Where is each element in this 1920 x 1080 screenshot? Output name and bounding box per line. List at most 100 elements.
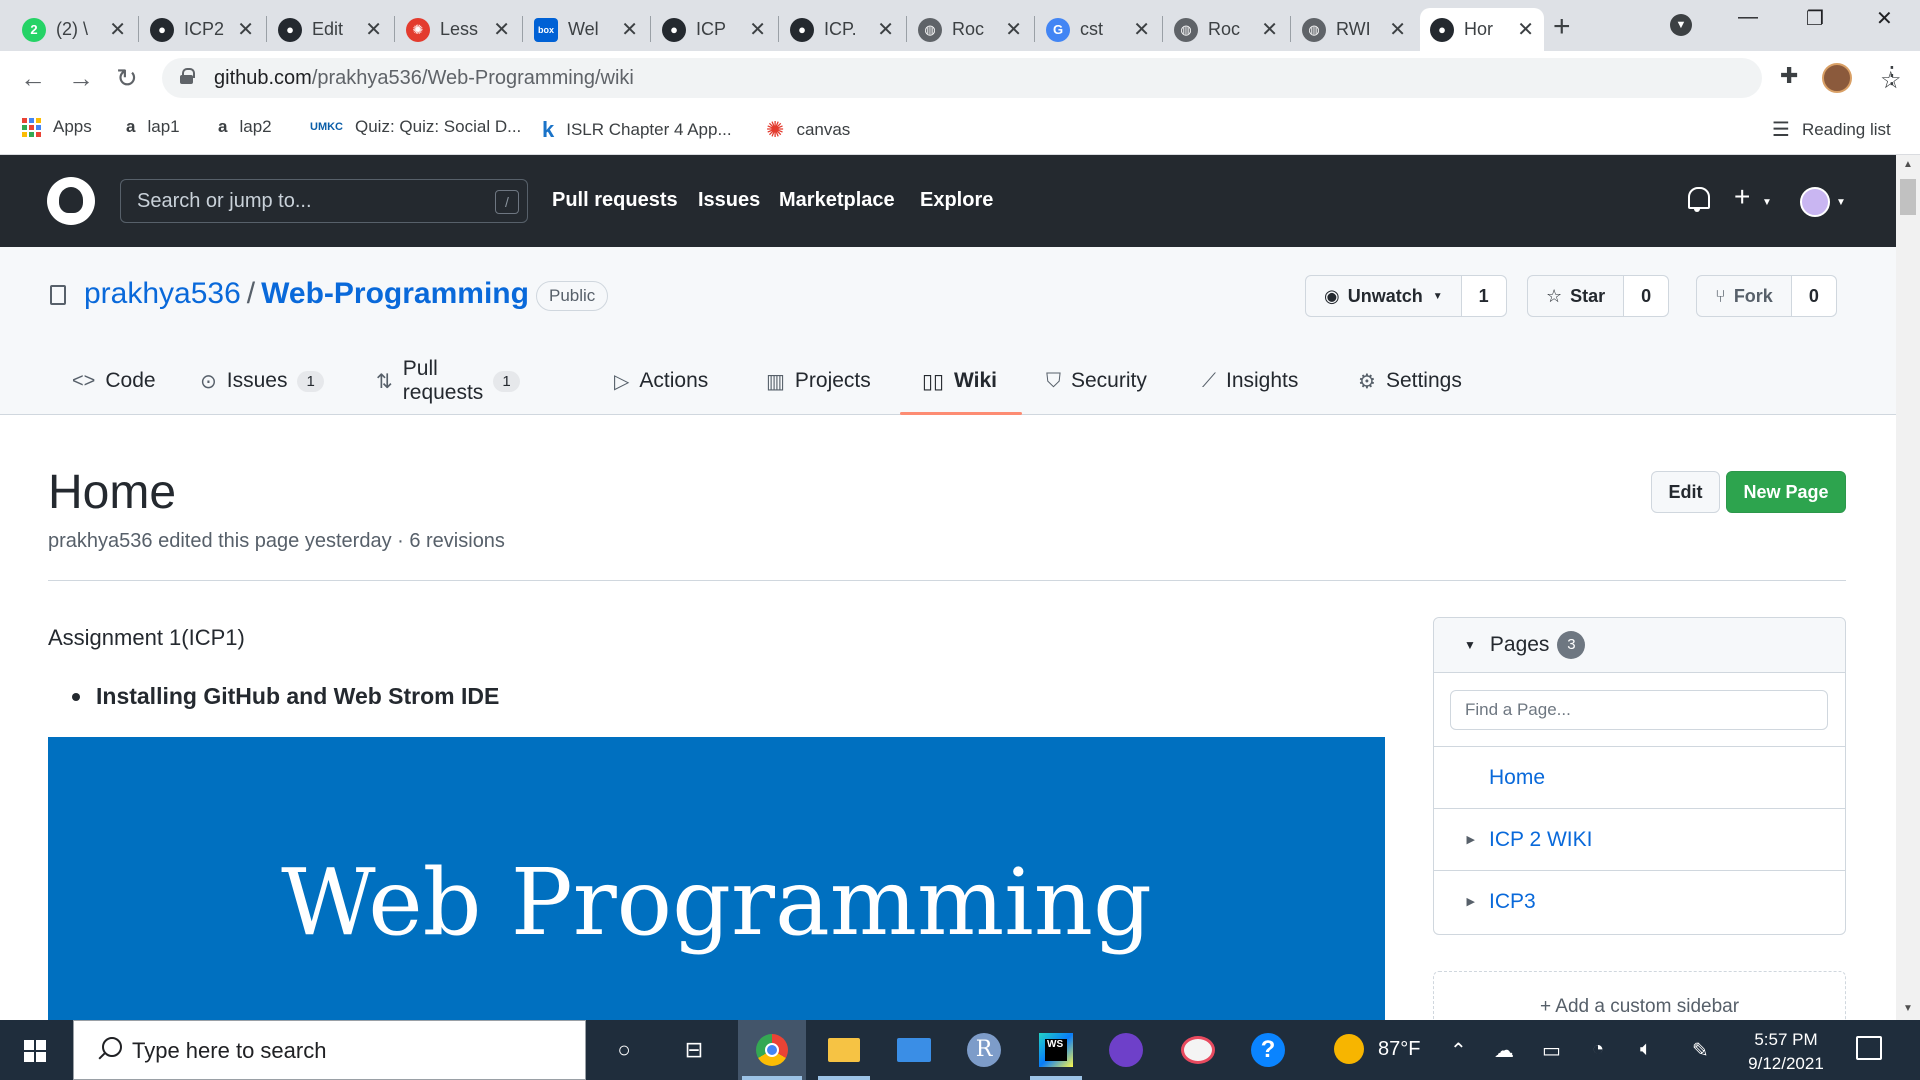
browser-tab[interactable]: ◍ Roc ✕ <box>908 8 1032 51</box>
browser-tab[interactable]: ◍ Roc ✕ <box>1164 8 1288 51</box>
reload-icon[interactable]: ↻ <box>116 63 138 94</box>
webstorm-icon[interactable]: WS <box>1036 1030 1076 1070</box>
sidebar-item-label[interactable]: ICP3 <box>1489 890 1536 914</box>
close-tab-icon[interactable]: ✕ <box>237 17 254 42</box>
browser-tab[interactable]: Gcst ✕ <box>1036 8 1160 51</box>
browser-tab[interactable]: ● Edit ✕ <box>268 8 392 51</box>
bookmark-quiz[interactable]: UMKC Quiz: Quiz: Social D... <box>310 117 521 137</box>
restore-icon[interactable]: ❐ <box>1806 6 1824 31</box>
tab-pull-requests[interactable]: ⇅ Pull requests 1 <box>376 347 520 415</box>
file-explorer-icon[interactable] <box>824 1030 864 1070</box>
chrome-menu-icon[interactable]: ⋮ <box>1880 61 1904 90</box>
help-icon[interactable]: ? <box>1248 1030 1288 1070</box>
sidebar-item-icp3[interactable]: ▶ ICP3 <box>1434 870 1845 932</box>
close-tab-icon[interactable]: ✕ <box>1005 17 1022 42</box>
browser-tab[interactable]: 2 (2) \ ✕ <box>12 8 136 51</box>
mail-icon[interactable] <box>894 1030 934 1070</box>
cortana-icon[interactable]: ○ <box>604 1030 644 1070</box>
sidebar-item-label[interactable]: Home <box>1489 766 1545 790</box>
weather-sun-icon[interactable] <box>1334 1034 1364 1070</box>
tab-security[interactable]: ⛉ Security <box>1046 347 1147 415</box>
pages-header[interactable]: ▼ Pages 3 <box>1434 618 1845 673</box>
volume-icon[interactable]: 🔈︎ <box>1640 1038 1652 1061</box>
repo-name-link[interactable]: Web-Programming <box>261 277 529 310</box>
close-window-icon[interactable]: ✕ <box>1876 6 1893 31</box>
scroll-down-icon[interactable]: ▼ <box>1903 1003 1913 1014</box>
close-tab-icon[interactable]: ✕ <box>1261 17 1278 42</box>
back-icon[interactable]: ← <box>20 63 46 94</box>
nav-explore[interactable]: Explore <box>920 189 993 212</box>
browser-tab[interactable]: box Wel ✕ <box>524 8 648 51</box>
sidebar-item-label[interactable]: ICP 2 WIKI <box>1489 828 1592 852</box>
repo-owner-link[interactable]: prakhya536 <box>84 277 241 310</box>
github-desktop-icon[interactable] <box>1106 1030 1146 1070</box>
tab-wiki[interactable]: ▯▯ Wiki <box>922 347 997 415</box>
paint-icon[interactable] <box>1178 1030 1218 1070</box>
chevron-up-icon[interactable]: ⌃ <box>1450 1038 1467 1063</box>
find-page-input[interactable] <box>1450 690 1828 730</box>
taskbar-search[interactable] <box>73 1020 586 1080</box>
bookmark-islr[interactable]: k ISLR Chapter 4 App... <box>542 117 732 143</box>
stars-count[interactable]: 0 <box>1624 276 1669 316</box>
forward-icon[interactable]: → <box>68 63 94 94</box>
browser-tab[interactable]: ◍ RWI ✕ <box>1292 8 1416 51</box>
star-button-group[interactable]: ☆ Star 0 <box>1527 275 1670 317</box>
caret-right-icon[interactable]: ▶ <box>1434 833 1489 846</box>
pen-icon[interactable]: ✎ <box>1692 1038 1709 1063</box>
close-tab-icon[interactable]: ✕ <box>621 17 638 42</box>
unwatch-button[interactable]: ◉ Unwatch ▼ <box>1306 276 1462 316</box>
tab-settings[interactable]: ⚙ Settings <box>1358 347 1462 415</box>
tab-projects[interactable]: ▥ Projects <box>766 347 871 415</box>
watchers-count[interactable]: 1 <box>1461 276 1506 316</box>
onedrive-icon[interactable]: ☁ <box>1494 1038 1514 1063</box>
weather-temperature[interactable]: 87°F <box>1378 1038 1420 1061</box>
browser-tab[interactable]: ● ICP. ✕ <box>780 8 904 51</box>
minimize-icon[interactable]: — <box>1738 6 1758 29</box>
nav-issues[interactable]: Issues <box>698 189 760 212</box>
wifi-icon[interactable]: ◔ <box>1592 1038 1604 1061</box>
battery-icon[interactable]: ▭ <box>1542 1038 1561 1063</box>
close-tab-icon[interactable]: ✕ <box>365 17 382 42</box>
close-tab-icon[interactable]: ✕ <box>749 17 766 42</box>
sidebar-item-icp2-wiki[interactable]: ▶ ICP 2 WIKI <box>1434 808 1845 870</box>
fork-button-group[interactable]: ⑂ Fork 0 <box>1696 275 1837 317</box>
close-tab-icon[interactable]: ✕ <box>1389 17 1406 42</box>
lock-icon[interactable] <box>180 68 195 84</box>
page-scrollbar[interactable]: ▲ ▼ <box>1896 155 1920 1020</box>
caret-right-icon[interactable]: ▶ <box>1434 895 1489 908</box>
nav-pull-requests[interactable]: Pull requests <box>552 189 678 212</box>
browser-tab[interactable]: ● Hor ✕ <box>1420 8 1544 51</box>
github-logo-icon[interactable] <box>47 177 95 225</box>
nav-marketplace[interactable]: Marketplace <box>779 189 895 212</box>
chrome-icon[interactable] <box>752 1030 792 1070</box>
address-bar[interactable]: github.com/prakhya536/Web-Programming/wi… <box>162 58 1902 98</box>
new-tab-button[interactable]: + <box>1553 10 1571 44</box>
forks-count[interactable]: 0 <box>1791 276 1836 316</box>
tab-actions[interactable]: ▷ Actions <box>614 347 708 415</box>
star-button[interactable]: ☆ Star <box>1528 276 1625 316</box>
task-view-icon[interactable]: ⊟ <box>674 1030 714 1070</box>
sidebar-item-home[interactable]: Home <box>1434 746 1845 808</box>
close-tab-icon[interactable]: ✕ <box>877 17 894 42</box>
bookmark-lap1[interactable]: a lap1 <box>126 117 180 137</box>
create-new-icon[interactable]: + <box>1734 181 1750 213</box>
chevron-down-icon[interactable]: ▼ <box>1762 197 1772 208</box>
tab-search-icon[interactable]: ▼ <box>1670 14 1692 36</box>
browser-tab[interactable]: ✺ Less ✕ <box>396 8 520 51</box>
new-page-button[interactable]: New Page <box>1726 471 1846 513</box>
close-tab-icon[interactable]: ✕ <box>1133 17 1150 42</box>
close-tab-icon[interactable]: ✕ <box>493 17 510 42</box>
reading-list[interactable]: ☰ Reading list <box>1772 117 1891 142</box>
unwatch-button-group[interactable]: ◉ Unwatch ▼ 1 <box>1305 275 1507 317</box>
browser-tab[interactable]: ● ICP ✕ <box>652 8 776 51</box>
notification-bell-icon[interactable] <box>1685 185 1710 213</box>
bookmark-apps[interactable]: Apps <box>22 117 92 137</box>
taskbar-search-input[interactable] <box>132 1037 552 1065</box>
windows-start-icon[interactable] <box>24 1040 46 1062</box>
notification-center-icon[interactable] <box>1856 1036 1882 1060</box>
bookmark-lap2[interactable]: a lap2 <box>218 117 272 137</box>
extensions-icon[interactable]: ✚ <box>1780 63 1798 89</box>
tab-issues[interactable]: ⊙ Issues 1 <box>200 347 324 415</box>
url-text[interactable]: github.com/prakhya536/Web-Programming/wi… <box>214 67 634 90</box>
user-avatar[interactable] <box>1800 187 1830 217</box>
